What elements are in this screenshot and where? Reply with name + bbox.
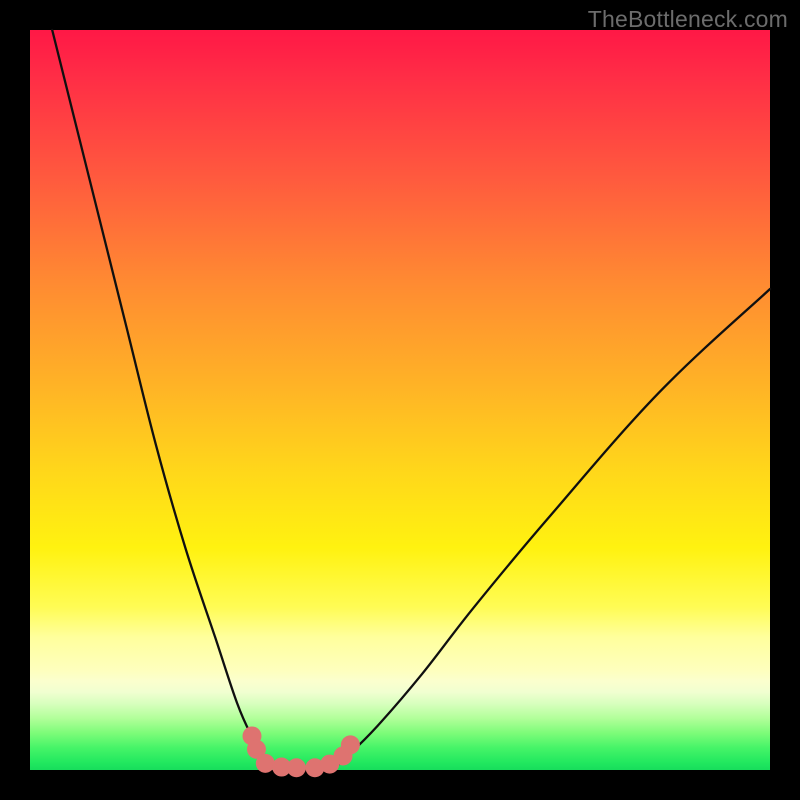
left-curve: [52, 30, 311, 771]
right-curve: [311, 289, 770, 771]
marker-group: [243, 726, 360, 777]
watermark-text: TheBottleneck.com: [588, 6, 788, 33]
chart-svg: [30, 30, 770, 770]
data-marker: [287, 758, 306, 777]
data-marker: [341, 735, 360, 754]
chart-area: [30, 30, 770, 770]
data-marker: [256, 754, 275, 773]
